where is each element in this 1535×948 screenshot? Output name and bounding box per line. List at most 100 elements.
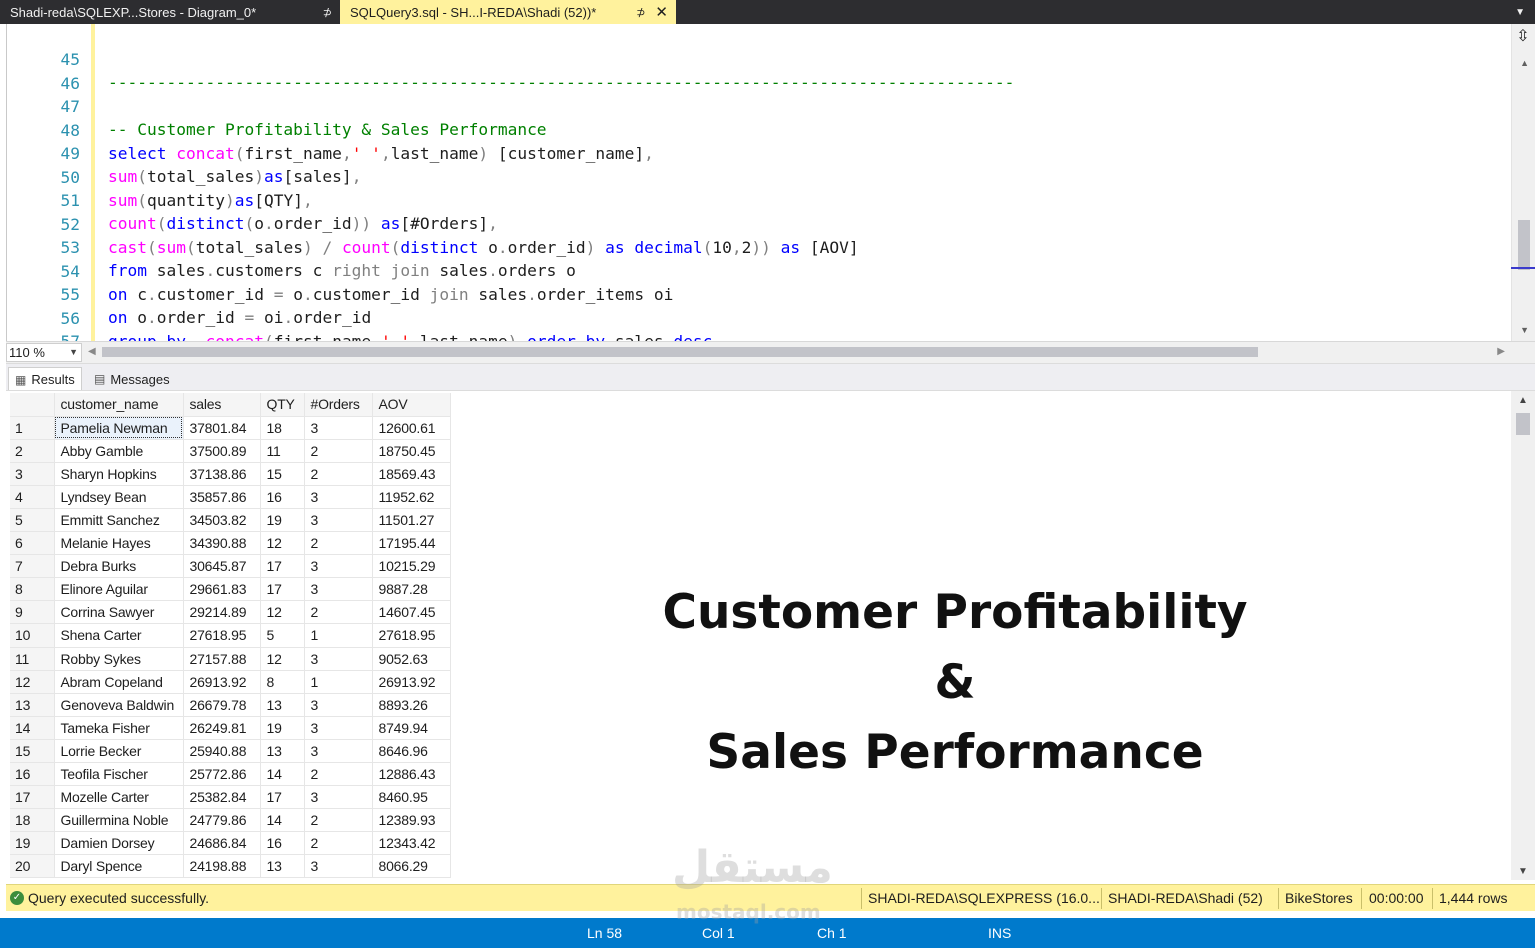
grid-cell[interactable]: 2	[304, 808, 373, 833]
table-row[interactable]: 11 Robby Sykes 27157.88 12 3 9052.63	[10, 647, 451, 671]
grid-cell[interactable]: 3	[304, 416, 373, 440]
grid-cell[interactable]: 2	[304, 762, 373, 787]
grid-cell[interactable]: 17195.44	[372, 531, 451, 556]
grid-cell[interactable]: Daryl Spence	[54, 854, 184, 879]
grid-cell[interactable]: 2	[304, 462, 373, 486]
tab-results[interactable]: ▦ Results	[8, 367, 82, 391]
row-number-cell[interactable]: 6	[10, 531, 55, 556]
row-number-cell[interactable]: 1	[10, 416, 55, 440]
table-row[interactable]: 18 Guillermina Noble 24779.86 14 2 12389.93	[10, 808, 451, 833]
grid-cell[interactable]: Robby Sykes	[54, 647, 184, 671]
table-row[interactable]: 2 Abby Gamble 37500.89 11 2 18750.45	[10, 439, 451, 463]
tab-sqlquery3[interactable]: SQLQuery3.sql - SH...I-REDA\Shadi (52))*…	[340, 0, 676, 24]
grid-cell[interactable]: 17	[260, 554, 305, 579]
table-row[interactable]: 12 Abram Copeland 26913.92 8 1 26913.92	[10, 670, 451, 694]
grid-cell[interactable]: 18569.43	[372, 462, 451, 486]
row-number-cell[interactable]: 3	[10, 462, 55, 486]
grid-cell[interactable]: 3	[304, 716, 373, 740]
grid-cell[interactable]: 13	[260, 854, 305, 879]
grid-cell[interactable]: 5	[260, 623, 305, 648]
grid-cell[interactable]: 11	[260, 439, 305, 463]
results-grid[interactable]: customer_name sales QTY #Orders AOV 1 Pam…	[10, 393, 451, 879]
grid-cell[interactable]: 34503.82	[183, 508, 261, 533]
grid-cell[interactable]: 3	[304, 785, 373, 810]
grid-cell[interactable]: 3	[304, 693, 373, 717]
tab-messages[interactable]: ▤ Messages	[88, 367, 176, 391]
scroll-up-icon[interactable]: ▲	[1518, 395, 1528, 406]
grid-cell[interactable]: 12886.43	[372, 762, 451, 787]
grid-cell[interactable]: 11952.62	[372, 485, 451, 509]
grid-cell[interactable]: 12343.42	[372, 831, 451, 856]
grid-cell[interactable]: 3	[304, 647, 373, 671]
grid-cell[interactable]: Lyndsey Bean	[54, 485, 184, 509]
grid-cell[interactable]: 12	[260, 600, 305, 625]
grid-cell[interactable]: Emmitt Sanchez	[54, 508, 184, 533]
grid-cell[interactable]: 30645.87	[183, 554, 261, 579]
table-row[interactable]: 6 Melanie Hayes 34390.88 12 2 17195.44	[10, 531, 451, 556]
grid-cell[interactable]: Shena Carter	[54, 623, 184, 648]
row-number-cell[interactable]: 4	[10, 485, 55, 509]
grid-cell[interactable]: 15	[260, 462, 305, 486]
table-row[interactable]: 1 Pamelia Newman 37801.84 18 3 12600.61	[10, 416, 451, 440]
table-row[interactable]: 17 Mozelle Carter 25382.84 17 3 8460.95	[10, 785, 451, 810]
grid-cell[interactable]: 14607.45	[372, 600, 451, 625]
grid-cell[interactable]: 12	[260, 647, 305, 671]
grid-cell[interactable]: 14	[260, 808, 305, 833]
grid-cell[interactable]: 2	[304, 600, 373, 625]
grid-cell[interactable]: 8	[260, 670, 305, 694]
grid-cell[interactable]: 14	[260, 762, 305, 787]
table-row[interactable]: 8 Elinore Aguilar 29661.83 17 3 9887.28	[10, 577, 451, 602]
row-number-cell[interactable]: 9	[10, 600, 55, 625]
grid-cell[interactable]: 9052.63	[372, 647, 451, 671]
grid-cell[interactable]: 25382.84	[183, 785, 261, 810]
grid-cell[interactable]: Debra Burks	[54, 554, 184, 579]
row-number-header[interactable]	[10, 393, 55, 417]
grid-cell[interactable]: 25940.88	[183, 739, 261, 764]
table-row[interactable]: 4 Lyndsey Bean 35857.86 16 3 11952.62	[10, 485, 451, 509]
grid-cell[interactable]: 1	[304, 623, 373, 648]
grid-cell[interactable]: 2	[304, 831, 373, 856]
grid-cell[interactable]: Tameka Fisher	[54, 716, 184, 740]
table-row[interactable]: 20 Daryl Spence 24198.88 13 3 8066.29	[10, 854, 451, 879]
row-number-cell[interactable]: 16	[10, 762, 55, 787]
row-number-cell[interactable]: 13	[10, 693, 55, 717]
column-header[interactable]: AOV	[372, 393, 451, 417]
scroll-thumb[interactable]	[1518, 220, 1530, 270]
grid-cell[interactable]: 35857.86	[183, 485, 261, 509]
row-number-cell[interactable]: 12	[10, 670, 55, 694]
grid-cell[interactable]: 19	[260, 508, 305, 533]
scroll-right-icon[interactable]: ▶	[1497, 346, 1505, 357]
grid-cell[interactable]: 12600.61	[372, 416, 451, 440]
grid-cell[interactable]: Guillermina Noble	[54, 808, 184, 833]
grid-cell[interactable]: 26679.78	[183, 693, 261, 717]
split-window-icon[interactable]: ⇳	[1514, 28, 1532, 46]
grid-cell[interactable]: Damien Dorsey	[54, 831, 184, 856]
grid-cell[interactable]: 18	[260, 416, 305, 440]
tab-list-dropdown-icon[interactable]: ▼	[1515, 0, 1535, 24]
grid-cell[interactable]: 13	[260, 739, 305, 764]
grid-cell[interactable]: 8749.94	[372, 716, 451, 740]
row-number-cell[interactable]: 5	[10, 508, 55, 533]
grid-cell[interactable]: 17	[260, 577, 305, 602]
grid-cell[interactable]: 37138.86	[183, 462, 261, 486]
tab-diagram[interactable]: Shadi-reda\SQLEXP...Stores - Diagram_0* …	[0, 0, 340, 24]
row-number-cell[interactable]: 19	[10, 831, 55, 856]
table-row[interactable]: 19 Damien Dorsey 24686.84 16 2 12343.42	[10, 831, 451, 856]
grid-cell[interactable]: Mozelle Carter	[54, 785, 184, 810]
grid-cell[interactable]: Abby Gamble	[54, 439, 184, 463]
grid-cell[interactable]: Teofila Fischer	[54, 762, 184, 787]
table-row[interactable]: 9 Corrina Sawyer 29214.89 12 2 14607.45	[10, 600, 451, 625]
grid-cell[interactable]: Melanie Hayes	[54, 531, 184, 556]
column-header[interactable]: customer_name	[54, 393, 184, 417]
grid-cell[interactable]: 27618.95	[372, 623, 451, 648]
grid-cell[interactable]: 37801.84	[183, 416, 261, 440]
pin-icon[interactable]: ⊅	[323, 6, 332, 19]
table-row[interactable]: 5 Emmitt Sanchez 34503.82 19 3 11501.27	[10, 508, 451, 533]
grid-cell[interactable]: 10215.29	[372, 554, 451, 579]
scroll-left-icon[interactable]: ◀	[88, 346, 96, 357]
grid-cell[interactable]: 24686.84	[183, 831, 261, 856]
scroll-thumb[interactable]	[1516, 413, 1530, 435]
grid-cell[interactable]: Corrina Sawyer	[54, 600, 184, 625]
grid-cell[interactable]: 3	[304, 739, 373, 764]
grid-cell[interactable]: 3	[304, 577, 373, 602]
